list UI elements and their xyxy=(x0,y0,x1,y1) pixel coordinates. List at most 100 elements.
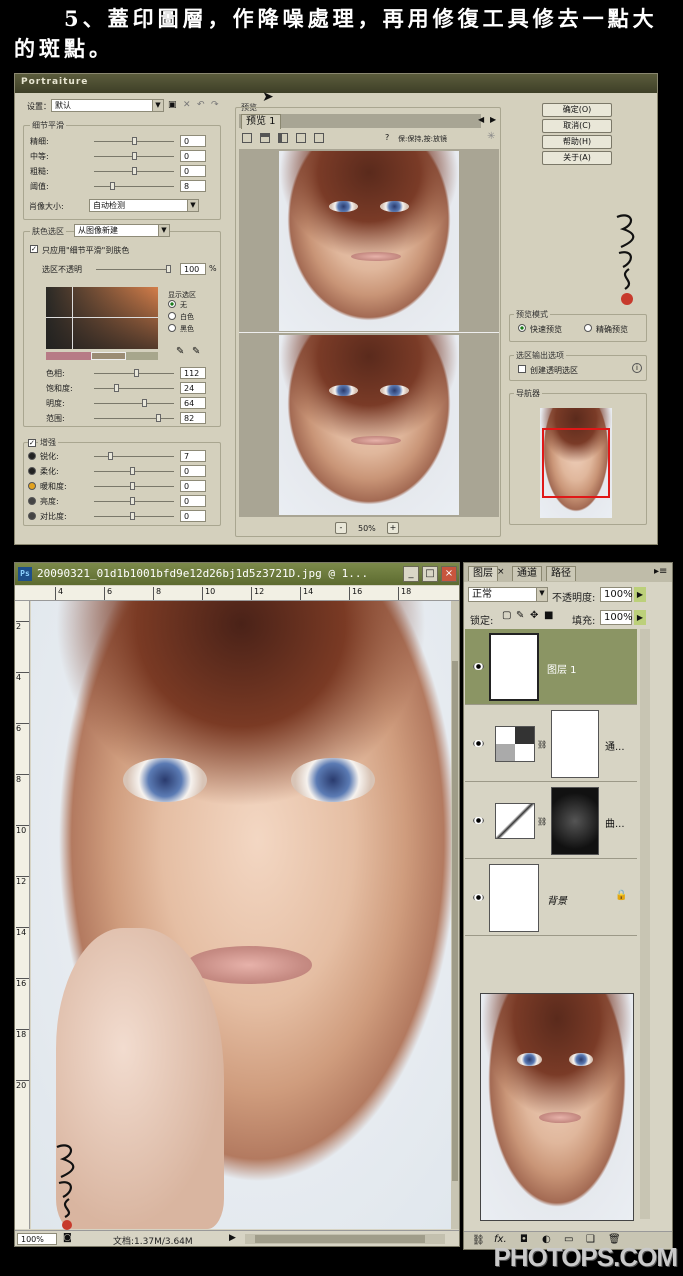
undo-icon[interactable]: ↶ xyxy=(197,100,205,110)
fill-field[interactable]: 100% xyxy=(600,610,633,625)
only-apply-checkbox[interactable]: ✓ xyxy=(30,245,38,253)
slider-thumb[interactable] xyxy=(134,369,139,377)
hscroll-thumb[interactable] xyxy=(255,1235,425,1243)
enhance-checkbox[interactable]: ✓ xyxy=(28,439,36,447)
layer-row[interactable]: 图层 1 xyxy=(465,629,637,705)
slider-value-input[interactable]: 0 xyxy=(180,165,206,177)
link-layers-icon[interactable]: ⛓ xyxy=(472,1235,485,1246)
preview-tab-1[interactable]: 预览 1 xyxy=(241,114,281,129)
opacity-slider[interactable] xyxy=(96,265,171,273)
layers-scrollbar[interactable] xyxy=(640,629,650,1219)
navigator-view-box[interactable] xyxy=(542,428,610,498)
opacity-arrow-icon[interactable]: ▶ xyxy=(634,587,646,602)
slider-value-input[interactable]: 0 xyxy=(180,150,206,162)
opacity-field[interactable]: 100% xyxy=(600,587,633,602)
slider-thumb[interactable] xyxy=(130,467,135,475)
eyedropper-plus-icon[interactable]: ✎ xyxy=(192,346,200,357)
portrait-size-select[interactable]: 自动检测 ▼ xyxy=(89,199,199,212)
save-preset-icon[interactable]: ▣ xyxy=(168,100,177,110)
skin-mode-select[interactable]: 从图像新建 ▼ xyxy=(74,224,170,237)
slider-track[interactable] xyxy=(94,137,174,145)
slider-value-input[interactable]: 0 xyxy=(180,495,206,507)
new-preview-icon[interactable] xyxy=(296,133,306,143)
lock-transparent-icon[interactable]: ▢ xyxy=(502,610,511,621)
skin-color-picker[interactable] xyxy=(46,287,158,349)
slider-track[interactable] xyxy=(94,182,174,190)
mask-option-radio[interactable] xyxy=(168,324,176,332)
slider-thumb[interactable] xyxy=(132,152,137,160)
single-view-icon[interactable] xyxy=(242,133,252,143)
tab-paths[interactable]: 路径 xyxy=(546,566,576,581)
slider-thumb[interactable] xyxy=(110,182,115,190)
preset-select[interactable]: 默认 ▼ xyxy=(51,99,164,112)
opacity-slider-thumb[interactable] xyxy=(166,265,171,273)
slider-value-input[interactable]: 0 xyxy=(180,510,206,522)
slider-track[interactable] xyxy=(94,414,174,422)
horizontal-scrollbar[interactable] xyxy=(245,1234,445,1244)
slider-track[interactable] xyxy=(94,152,174,160)
accurate-preview-radio[interactable] xyxy=(584,324,592,332)
fast-preview-radio[interactable] xyxy=(518,324,526,332)
split-horizontal-icon[interactable] xyxy=(260,133,270,143)
slider-track[interactable] xyxy=(94,512,174,520)
slider-track[interactable] xyxy=(94,482,174,490)
eyedropper-icon[interactable]: ✎ xyxy=(176,346,184,357)
zoom-field[interactable]: 100% xyxy=(17,1233,57,1245)
about-button[interactable]: 关于(A) xyxy=(542,151,612,165)
document-canvas[interactable] xyxy=(31,601,451,1230)
layer-row[interactable]: ⛓ 通... xyxy=(465,706,637,782)
layer-row[interactable]: 背景 🔒 xyxy=(465,860,637,936)
layer-row[interactable]: ⛓ 曲... xyxy=(465,783,637,859)
scrollbar-thumb[interactable] xyxy=(452,661,458,1181)
maximize-icon[interactable]: □ xyxy=(422,566,438,582)
slider-thumb[interactable] xyxy=(132,137,137,145)
info-icon[interactable]: i xyxy=(632,363,642,373)
create-transparent-checkbox[interactable] xyxy=(518,365,526,373)
help-icon[interactable]: ? xyxy=(385,133,389,142)
close-icon[interactable]: × xyxy=(441,566,457,582)
split-vertical-icon[interactable] xyxy=(278,133,288,143)
zoom-in-button[interactable]: + xyxy=(387,522,399,534)
lock-all-icon[interactable]: ■ xyxy=(544,610,553,621)
copy-preview-icon[interactable] xyxy=(314,133,324,143)
slider-value-input[interactable]: 64 xyxy=(180,397,206,409)
status-icon[interactable]: ◙ xyxy=(63,1233,72,1243)
slider-thumb[interactable] xyxy=(142,399,147,407)
slider-track[interactable] xyxy=(94,167,174,175)
slider-value-input[interactable]: 112 xyxy=(180,367,206,379)
slider-track[interactable] xyxy=(94,369,174,377)
delete-preset-icon[interactable]: ✕ xyxy=(183,100,191,110)
slider-track[interactable] xyxy=(94,384,174,392)
lock-move-icon[interactable]: ✥ xyxy=(530,610,538,621)
fill-arrow-icon[interactable]: ▶ xyxy=(634,610,646,625)
mask-option-radio[interactable] xyxy=(168,300,176,308)
slider-value-input[interactable]: 82 xyxy=(180,412,206,424)
panel-menu-icon[interactable]: ▸≡ xyxy=(654,566,667,577)
slider-value-input[interactable]: 7 xyxy=(180,450,206,462)
navigator-thumbnail[interactable] xyxy=(540,408,612,518)
tab-close-icon[interactable]: × xyxy=(497,567,505,577)
tab-prev-icon[interactable]: ◀ xyxy=(478,115,484,124)
visibility-eye-icon[interactable] xyxy=(473,894,484,901)
tab-next-icon[interactable]: ▶ xyxy=(490,115,496,124)
slider-value-input[interactable]: 0 xyxy=(180,135,206,147)
visibility-eye-icon[interactable] xyxy=(473,817,484,824)
slider-thumb[interactable] xyxy=(156,414,161,422)
cancel-button[interactable]: 取消(C) xyxy=(542,119,612,133)
tab-layers[interactable]: 图层 xyxy=(468,566,498,581)
visibility-eye-icon[interactable] xyxy=(473,663,484,670)
status-menu-icon[interactable]: ▶ xyxy=(229,1233,236,1243)
preview-canvas[interactable] xyxy=(239,149,499,517)
redo-icon[interactable]: ↷ xyxy=(211,100,219,110)
visibility-eye-icon[interactable] xyxy=(473,740,484,747)
slider-thumb[interactable] xyxy=(108,452,113,460)
slider-value-input[interactable]: 8 xyxy=(180,180,206,192)
help-button[interactable]: 帮助(H) xyxy=(542,135,612,149)
slider-thumb[interactable] xyxy=(130,482,135,490)
blend-mode-select[interactable]: 正常 ▼ xyxy=(468,587,548,602)
vertical-scrollbar[interactable] xyxy=(451,601,459,1229)
mask-option-radio[interactable] xyxy=(168,312,176,320)
slider-value-input[interactable]: 0 xyxy=(180,465,206,477)
opacity-input[interactable]: 100 xyxy=(180,263,206,275)
slider-track[interactable] xyxy=(94,467,174,475)
